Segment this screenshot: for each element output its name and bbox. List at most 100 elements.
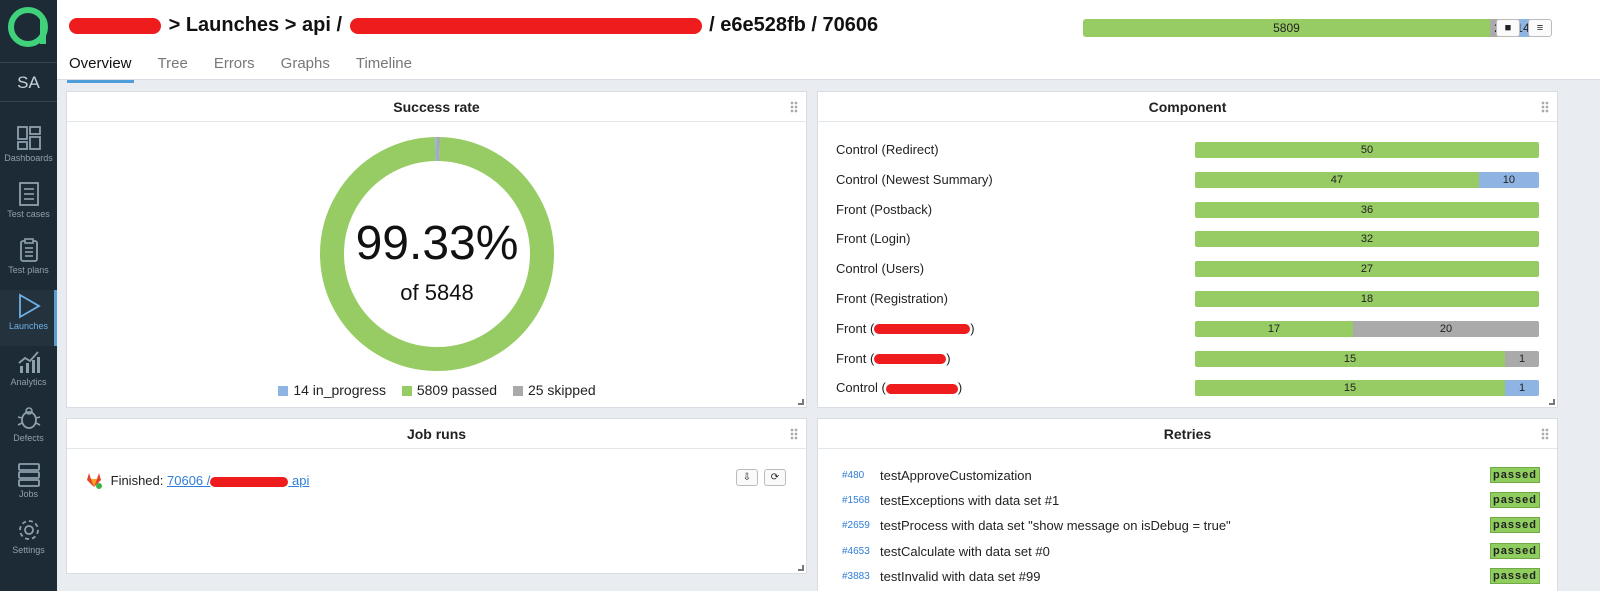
- sidebar-item-test-plans[interactable]: Test plans: [0, 234, 57, 290]
- bar-segment-passed[interactable]: 18: [1195, 291, 1539, 307]
- component-bar: 18: [1195, 291, 1539, 307]
- legend-item[interactable]: 14 in_progress: [278, 382, 386, 398]
- project-switcher[interactable]: SA: [0, 62, 57, 102]
- stop-button[interactable]: ■: [1496, 19, 1520, 37]
- success-rate-panel: Success rate 99.33% of 5848 14 in_progre…: [66, 91, 807, 408]
- sidebar-item-label: Test cases: [7, 209, 50, 219]
- component-label: Front (Login): [836, 231, 911, 247]
- pin-button[interactable]: ⇩: [736, 469, 758, 486]
- job-run-item: Finished: 70606 / api: [85, 471, 309, 489]
- drag-handle-icon[interactable]: [1541, 101, 1549, 113]
- retry-id[interactable]: #480: [842, 470, 864, 481]
- stat-segment-passed[interactable]: 5809: [1083, 19, 1490, 37]
- retries-title: Retries: [1163, 426, 1212, 442]
- breadcrumb-launches[interactable]: Launches: [186, 14, 279, 36]
- retry-test-name[interactable]: testProcess with data set "show message …: [880, 518, 1231, 533]
- drag-handle-icon[interactable]: [790, 101, 798, 113]
- launch-header: > Launches > api / / e6e528fb / 70606 58…: [57, 0, 1600, 83]
- drag-handle-icon[interactable]: [790, 428, 798, 440]
- component-row[interactable]: Control () 15 1: [836, 380, 1540, 397]
- bar-segment-passed[interactable]: 17: [1195, 320, 1354, 337]
- retry-id[interactable]: #3883: [842, 571, 870, 582]
- status-badge: passed: [1490, 492, 1540, 509]
- component-row[interactable]: Front () 17 20: [836, 320, 1540, 337]
- tab-graphs[interactable]: Graphs: [279, 52, 332, 83]
- legend-item[interactable]: 25 skipped: [512, 382, 596, 398]
- success-percent: 99.33%: [355, 217, 519, 270]
- retry-id[interactable]: #1568: [842, 495, 870, 506]
- test-plans-icon: [19, 238, 38, 262]
- retry-row[interactable]: #480 testApproveCustomization passed: [836, 467, 1540, 485]
- legend-swatch: [278, 386, 289, 396]
- sidebar-item-analytics[interactable]: Analytics: [0, 346, 57, 402]
- status-badge: passed: [1490, 517, 1540, 534]
- component-row[interactable]: Front () 15 1: [836, 350, 1540, 367]
- retry-test-name[interactable]: testCalculate with data set #0: [880, 544, 1050, 559]
- bar-segment-skipped[interactable]: 20: [1353, 320, 1539, 337]
- sidebar-item-test-cases[interactable]: Test cases: [0, 178, 57, 234]
- legend-label: 25 skipped: [527, 382, 596, 398]
- breadcrumb-api[interactable]: api /: [302, 14, 342, 36]
- bar-segment-in-progress[interactable]: 10: [1478, 171, 1539, 188]
- resize-handle-icon[interactable]: [1549, 399, 1555, 405]
- retry-id[interactable]: #2659: [842, 520, 870, 531]
- retry-test-name[interactable]: testInvalid with data set #99: [880, 569, 1040, 584]
- component-label: Front (): [836, 320, 975, 336]
- resize-handle-icon[interactable]: [798, 565, 804, 571]
- sidebar-item-settings[interactable]: Settings: [0, 514, 57, 570]
- component-label: Control (Users): [836, 261, 925, 277]
- gear-icon: [18, 520, 39, 540]
- retry-test-name[interactable]: testApproveCustomization: [880, 468, 1032, 483]
- component-row[interactable]: Front (Registration) 18: [836, 291, 1540, 307]
- bar-segment-passed[interactable]: 27: [1195, 261, 1539, 278]
- bar-segment-passed[interactable]: 50: [1195, 142, 1539, 158]
- tab-overview[interactable]: Overview: [67, 52, 134, 83]
- retry-row[interactable]: #1568 testExceptions with data set #1 pass…: [836, 492, 1540, 510]
- status-badge: passed: [1490, 567, 1540, 584]
- bar-segment-passed[interactable]: 15: [1195, 350, 1505, 367]
- bar-segment-passed[interactable]: 47: [1195, 171, 1479, 188]
- redacted-text: [874, 354, 947, 365]
- component-row[interactable]: Control (Users) 27: [836, 261, 1540, 278]
- retry-row[interactable]: #3883 testInvalid with data set #99 passed: [836, 567, 1540, 586]
- sidebar-item-jobs[interactable]: Jobs: [0, 458, 57, 514]
- dashboard-icon: [16, 126, 41, 150]
- drag-handle-icon[interactable]: [1541, 428, 1549, 440]
- bar-segment-skipped[interactable]: 1: [1505, 350, 1539, 367]
- refresh-button[interactable]: ⟳: [764, 469, 786, 486]
- component-row[interactable]: Control (Redirect) 50: [836, 142, 1540, 158]
- bar-segment-passed[interactable]: 32: [1195, 231, 1539, 248]
- legend-swatch: [401, 386, 412, 396]
- resize-handle-icon[interactable]: [798, 399, 804, 405]
- sidebar-item-label: Launches: [8, 321, 49, 331]
- retry-test-name[interactable]: testExceptions with data set #1: [880, 493, 1059, 508]
- job-run-link[interactable]: 70606 / api: [167, 473, 309, 488]
- component-row[interactable]: Control (Newest Summary) 47 10: [836, 171, 1540, 188]
- sidebar-item-dashboards[interactable]: Dashboards: [0, 122, 57, 178]
- bar-segment-in-progress[interactable]: 1: [1505, 380, 1539, 397]
- bar-segment-passed[interactable]: 15: [1195, 380, 1505, 397]
- component-row[interactable]: Front (Postback) 36: [836, 201, 1540, 218]
- test-cases-icon: [18, 182, 39, 206]
- sidebar-item-launches[interactable]: Launches: [0, 290, 57, 346]
- success-rate-title: Success rate: [393, 99, 480, 115]
- component-row[interactable]: Front (Login) 32: [836, 231, 1540, 248]
- legend-item[interactable]: 5809 passed: [401, 382, 497, 398]
- retry-row[interactable]: #4653 testCalculate with data set #0 passe…: [836, 542, 1540, 561]
- launch-stats-bar: 58092514: [1083, 19, 1537, 37]
- tab-timeline[interactable]: Timeline: [354, 52, 414, 83]
- bar-segment-passed[interactable]: 36: [1195, 201, 1539, 218]
- analytics-icon: [17, 351, 40, 373]
- menu-button[interactable]: ≡: [1528, 19, 1552, 37]
- job-status: Finished:: [110, 473, 164, 488]
- tab-errors[interactable]: Errors: [212, 52, 257, 83]
- retry-row[interactable]: #2659 testProcess with data set "show mes…: [836, 517, 1540, 535]
- component-bar: 15 1: [1195, 350, 1539, 367]
- panel-title: Job runs: [67, 419, 806, 449]
- component-bar: 50: [1195, 142, 1539, 158]
- retry-id[interactable]: #4653: [842, 546, 870, 557]
- app-logo-icon[interactable]: [7, 6, 49, 48]
- sidebar: SA Dashboards Test cases Test plans Laun…: [0, 0, 57, 591]
- tab-tree[interactable]: Tree: [156, 52, 190, 83]
- sidebar-item-defects[interactable]: Defects: [0, 402, 57, 458]
